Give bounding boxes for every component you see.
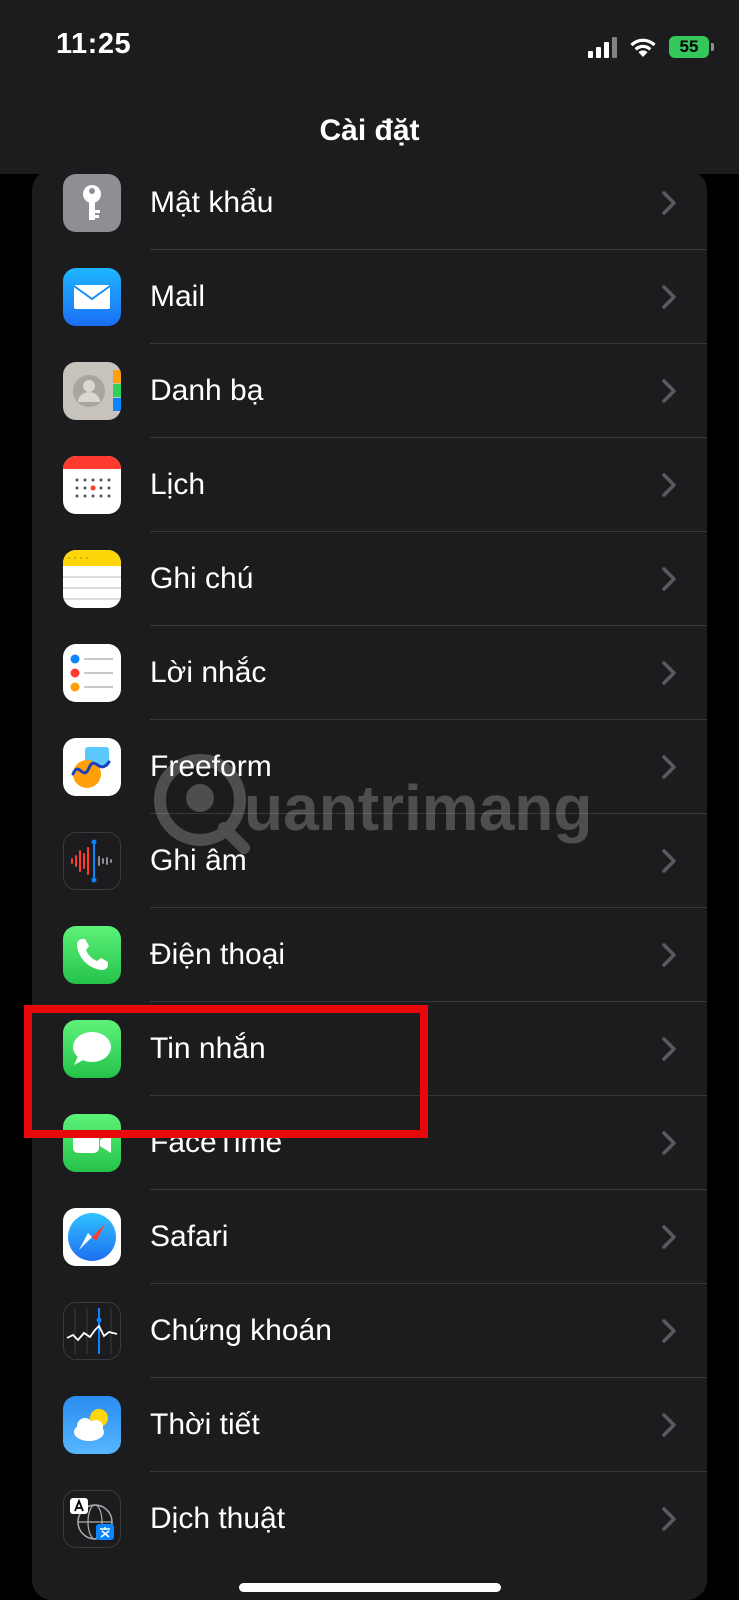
voice-memos-icon [63,832,121,890]
settings-item-label: Điện thoại [150,938,286,971]
chevron-right-icon [662,1131,676,1155]
chevron-right-icon [662,1037,676,1061]
settings-item-notes[interactable]: Ghi chú [32,532,707,626]
settings-item-weather[interactable]: Thời tiết [32,1378,707,1472]
status-icons: 55 [588,32,714,62]
stocks-icon [63,1302,121,1360]
settings-item-mail[interactable]: Mail [32,250,707,344]
settings-item-label: Danh bạ [150,374,264,407]
chevron-right-icon [662,1413,676,1437]
chevron-right-icon [662,1225,676,1249]
wifi-icon [630,38,656,57]
chevron-right-icon [662,379,676,403]
calendar-icon [63,456,121,514]
settings-item-phone[interactable]: Điện thoại [32,908,707,1002]
reminders-icon [63,644,121,702]
settings-item-passwords[interactable]: Mật khẩu [32,170,707,250]
chevron-right-icon [662,1319,676,1343]
key-icon [63,174,121,232]
translate-icon [63,1490,121,1548]
settings-item-label: Dịch thuật [150,1502,286,1535]
settings-item-label: Thời tiết [150,1408,260,1441]
notes-icon [63,550,121,608]
chevron-right-icon [662,849,676,873]
freeform-icon [63,738,121,796]
phone-icon [63,926,121,984]
page-title: Cài đặt [319,114,420,147]
settings-item-label: Mật khẩu [150,186,274,219]
settings-item-voice-memos[interactable]: Ghi âm [32,814,707,908]
settings-item-reminders[interactable]: Lời nhắc [32,626,707,720]
settings-list: Mật khẩu Mail Danh bạ Lịch Ghi chú Lời n… [32,170,707,1600]
chevron-right-icon [662,285,676,309]
chevron-right-icon [662,943,676,967]
chevron-right-icon [662,567,676,591]
settings-item-label: Lời nhắc [150,656,267,689]
chevron-right-icon [662,191,676,215]
battery-level: 55 [679,37,699,56]
settings-item-label: Freeform [150,750,272,783]
settings-item-calendar[interactable]: Lịch [32,438,707,532]
chevron-right-icon [662,755,676,779]
status-time: 11:25 [56,28,132,60]
settings-item-safari[interactable]: Safari [32,1190,707,1284]
chevron-right-icon [662,1507,676,1531]
settings-item-label: Safari [150,1220,229,1253]
settings-item-stocks[interactable]: Chứng khoán [32,1284,707,1378]
highlight-box-messages [24,1005,428,1138]
mail-icon [63,268,121,326]
chevron-right-icon [662,661,676,685]
settings-item-contacts[interactable]: Danh bạ [32,344,707,438]
contacts-icon [63,362,121,420]
home-indicator[interactable] [239,1583,501,1592]
navigation-bar: Cài đặt [0,92,739,174]
safari-icon [63,1208,121,1266]
settings-item-label: Ghi âm [150,844,247,877]
settings-item-label: Chứng khoán [150,1314,332,1347]
settings-item-freeform[interactable]: Freeform [32,720,707,814]
weather-icon [63,1396,121,1454]
settings-item-label: Mail [150,280,206,313]
status-bar: 11:25 55 [0,0,739,92]
chevron-right-icon [662,473,676,497]
settings-item-label: Lịch [150,468,206,501]
cellular-signal-icon [588,36,617,58]
settings-item-translate[interactable]: Dịch thuật [32,1472,707,1566]
settings-item-label: Ghi chú [150,562,254,595]
battery-icon: 55 [669,36,714,58]
